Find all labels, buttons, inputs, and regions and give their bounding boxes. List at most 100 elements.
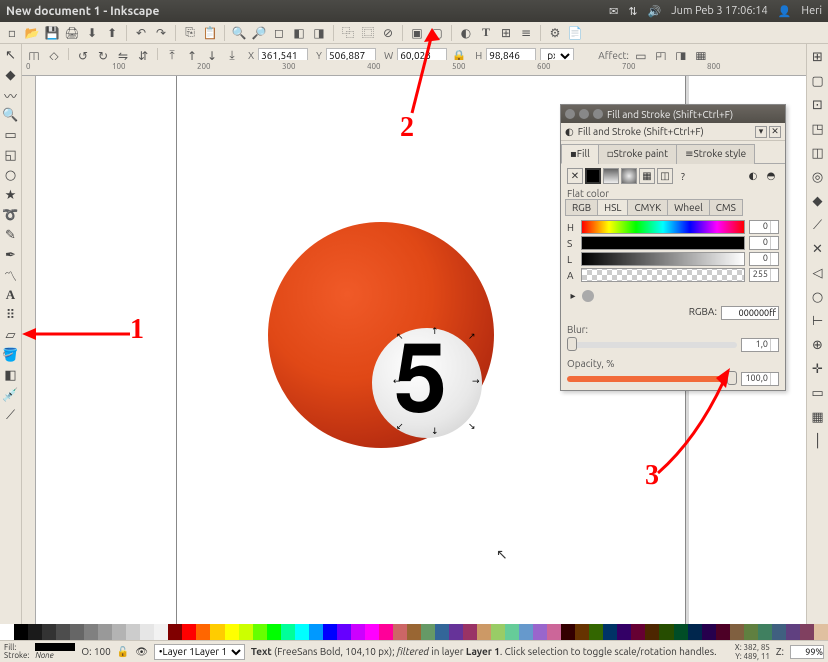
swatch[interactable] bbox=[295, 624, 309, 640]
tab-cmyk[interactable]: CMYK bbox=[627, 199, 668, 216]
spiral-tool[interactable]: ➰ bbox=[2, 206, 20, 224]
dup-icon[interactable]: ⿻ bbox=[340, 25, 356, 41]
swatch[interactable] bbox=[674, 624, 688, 640]
swatch[interactable] bbox=[772, 624, 786, 640]
swatch[interactable] bbox=[140, 624, 154, 640]
visible-layer-icon[interactable]: 👁 bbox=[135, 646, 148, 658]
swatch[interactable] bbox=[561, 624, 575, 640]
swatch[interactable] bbox=[14, 624, 28, 640]
tab-cms[interactable]: CMS bbox=[709, 199, 743, 216]
snap-obj-center-icon[interactable]: ⊕ bbox=[809, 336, 827, 354]
copy-icon[interactable]: ⎘ bbox=[182, 25, 198, 41]
scale-handle-n[interactable]: ↑ bbox=[431, 326, 438, 333]
swatch[interactable] bbox=[323, 624, 337, 640]
scale-handle-w[interactable]: ← bbox=[393, 376, 400, 383]
swatch[interactable] bbox=[744, 624, 758, 640]
snap-node-icon[interactable]: ◆ bbox=[809, 192, 827, 210]
swatch[interactable] bbox=[716, 624, 730, 640]
l-value[interactable]: 0 bbox=[749, 252, 779, 266]
a-slider[interactable] bbox=[581, 268, 745, 282]
network-icon[interactable]: ⇅ bbox=[628, 5, 637, 18]
swatch[interactable] bbox=[730, 624, 744, 640]
blur-slider[interactable] bbox=[567, 342, 737, 348]
tab-fill[interactable]: ▪Fill bbox=[561, 144, 599, 164]
ball-number-text[interactable]: 5 bbox=[394, 330, 447, 435]
paint-none-icon[interactable]: ✕ bbox=[567, 168, 583, 184]
paint-linear-icon[interactable] bbox=[603, 168, 619, 184]
star-tool[interactable]: ★ bbox=[2, 186, 20, 204]
swatch[interactable] bbox=[281, 624, 295, 640]
connector-tool[interactable]: ⟋ bbox=[2, 406, 20, 424]
scale-handle-ne[interactable]: ↗ bbox=[468, 331, 475, 338]
opacity-value[interactable]: 100,0 bbox=[741, 372, 779, 386]
scale-handle-se[interactable]: ↘ bbox=[468, 421, 475, 428]
zoom-sel-icon[interactable]: ◨ bbox=[311, 25, 327, 41]
scale-handle-sw[interactable]: ↙ bbox=[396, 421, 403, 428]
text-tool[interactable]: A bbox=[2, 286, 20, 304]
swatch[interactable] bbox=[0, 624, 14, 640]
snap-line-mid-icon[interactable]: ⊢ bbox=[809, 312, 827, 330]
scale-handle-s[interactable]: ↓ bbox=[431, 426, 438, 433]
unlink-icon[interactable]: ⊘ bbox=[380, 25, 396, 41]
snap-cusp-icon[interactable]: ◁ bbox=[809, 264, 827, 282]
ellipse-tool[interactable]: ○ bbox=[2, 166, 20, 184]
gradient-tool[interactable]: ◧ bbox=[2, 366, 20, 384]
zoom-tool[interactable]: 🔍 bbox=[2, 106, 20, 124]
swatch[interactable] bbox=[800, 624, 814, 640]
docprops-icon[interactable]: 📄 bbox=[567, 25, 583, 41]
h-value[interactable]: 0 bbox=[749, 220, 779, 234]
dialog-close-icon[interactable] bbox=[565, 109, 575, 119]
import-icon[interactable]: ⬇ bbox=[84, 25, 100, 41]
color-palette[interactable] bbox=[0, 624, 828, 640]
swatch[interactable] bbox=[337, 624, 351, 640]
cms-target-icon[interactable]: ▸ bbox=[567, 290, 579, 302]
l-slider[interactable] bbox=[581, 252, 745, 266]
tab-stroke-style[interactable]: ≡Stroke style bbox=[676, 144, 755, 164]
snap-center-icon[interactable]: ◎ bbox=[809, 168, 827, 186]
swatch[interactable] bbox=[309, 624, 323, 640]
swatch[interactable] bbox=[239, 624, 253, 640]
swatch[interactable] bbox=[351, 624, 365, 640]
paint-pattern-icon[interactable]: ▦ bbox=[639, 168, 655, 184]
snap-corner-icon[interactable]: ◳ bbox=[809, 120, 827, 138]
swatch[interactable] bbox=[421, 624, 435, 640]
fill-stroke-dialog[interactable]: Fill and Stroke (Shift+Ctrl+F) ◐ Fill an… bbox=[560, 104, 786, 391]
eraser-tool[interactable]: ▱ bbox=[2, 326, 20, 344]
new-icon[interactable]: ▫ bbox=[4, 25, 20, 41]
zoomin-icon[interactable]: 🔍 bbox=[231, 25, 247, 41]
swatch[interactable] bbox=[519, 624, 533, 640]
rgba-input[interactable] bbox=[721, 306, 779, 320]
layer-select[interactable]: •Layer 1Layer 1 bbox=[154, 644, 245, 660]
clock[interactable]: Jum Peb 3 17:06:14 bbox=[671, 5, 767, 17]
swatch[interactable] bbox=[589, 624, 603, 640]
h-slider[interactable] bbox=[581, 220, 745, 234]
system-indicators[interactable]: ✉ ⇅ 🔊 Jum Peb 3 17:06:14 👤 Heri bbox=[609, 5, 822, 18]
calligraphy-tool[interactable]: 〽 bbox=[2, 266, 20, 284]
paint-unknown-icon[interactable]: ? bbox=[675, 168, 691, 184]
snap-page-icon[interactable]: ▭ bbox=[809, 384, 827, 402]
swatch[interactable] bbox=[253, 624, 267, 640]
a-value[interactable]: 255 bbox=[749, 268, 779, 282]
swatch[interactable] bbox=[702, 624, 716, 640]
volume-icon[interactable]: 🔊 bbox=[648, 5, 662, 18]
tweak-tool[interactable]: 〰 bbox=[2, 86, 20, 104]
swatch[interactable] bbox=[407, 624, 421, 640]
swatch[interactable] bbox=[379, 624, 393, 640]
open-icon[interactable]: 📂 bbox=[24, 25, 40, 41]
swatch[interactable] bbox=[393, 624, 407, 640]
swatch[interactable] bbox=[758, 624, 772, 640]
node-tool[interactable]: ◆ bbox=[2, 66, 20, 84]
swatch[interactable] bbox=[182, 624, 196, 640]
dialog-iconify-icon[interactable]: ▾ bbox=[755, 126, 767, 138]
paint-radial-icon[interactable] bbox=[621, 168, 637, 184]
swatch[interactable] bbox=[210, 624, 224, 640]
prefs-icon[interactable]: ⚙ bbox=[547, 25, 563, 41]
snap-grid-icon[interactable]: ▦ bbox=[809, 408, 827, 426]
dialog-min-icon[interactable] bbox=[579, 109, 589, 119]
zoom-input[interactable] bbox=[790, 645, 824, 659]
swatch[interactable] bbox=[28, 624, 42, 640]
align-icon[interactable]: ≡ bbox=[518, 25, 534, 41]
tab-rgb[interactable]: RGB bbox=[565, 199, 598, 216]
tab-stroke-paint[interactable]: ▫Stroke paint bbox=[598, 144, 677, 164]
text-dialog-icon[interactable]: T bbox=[478, 25, 494, 41]
